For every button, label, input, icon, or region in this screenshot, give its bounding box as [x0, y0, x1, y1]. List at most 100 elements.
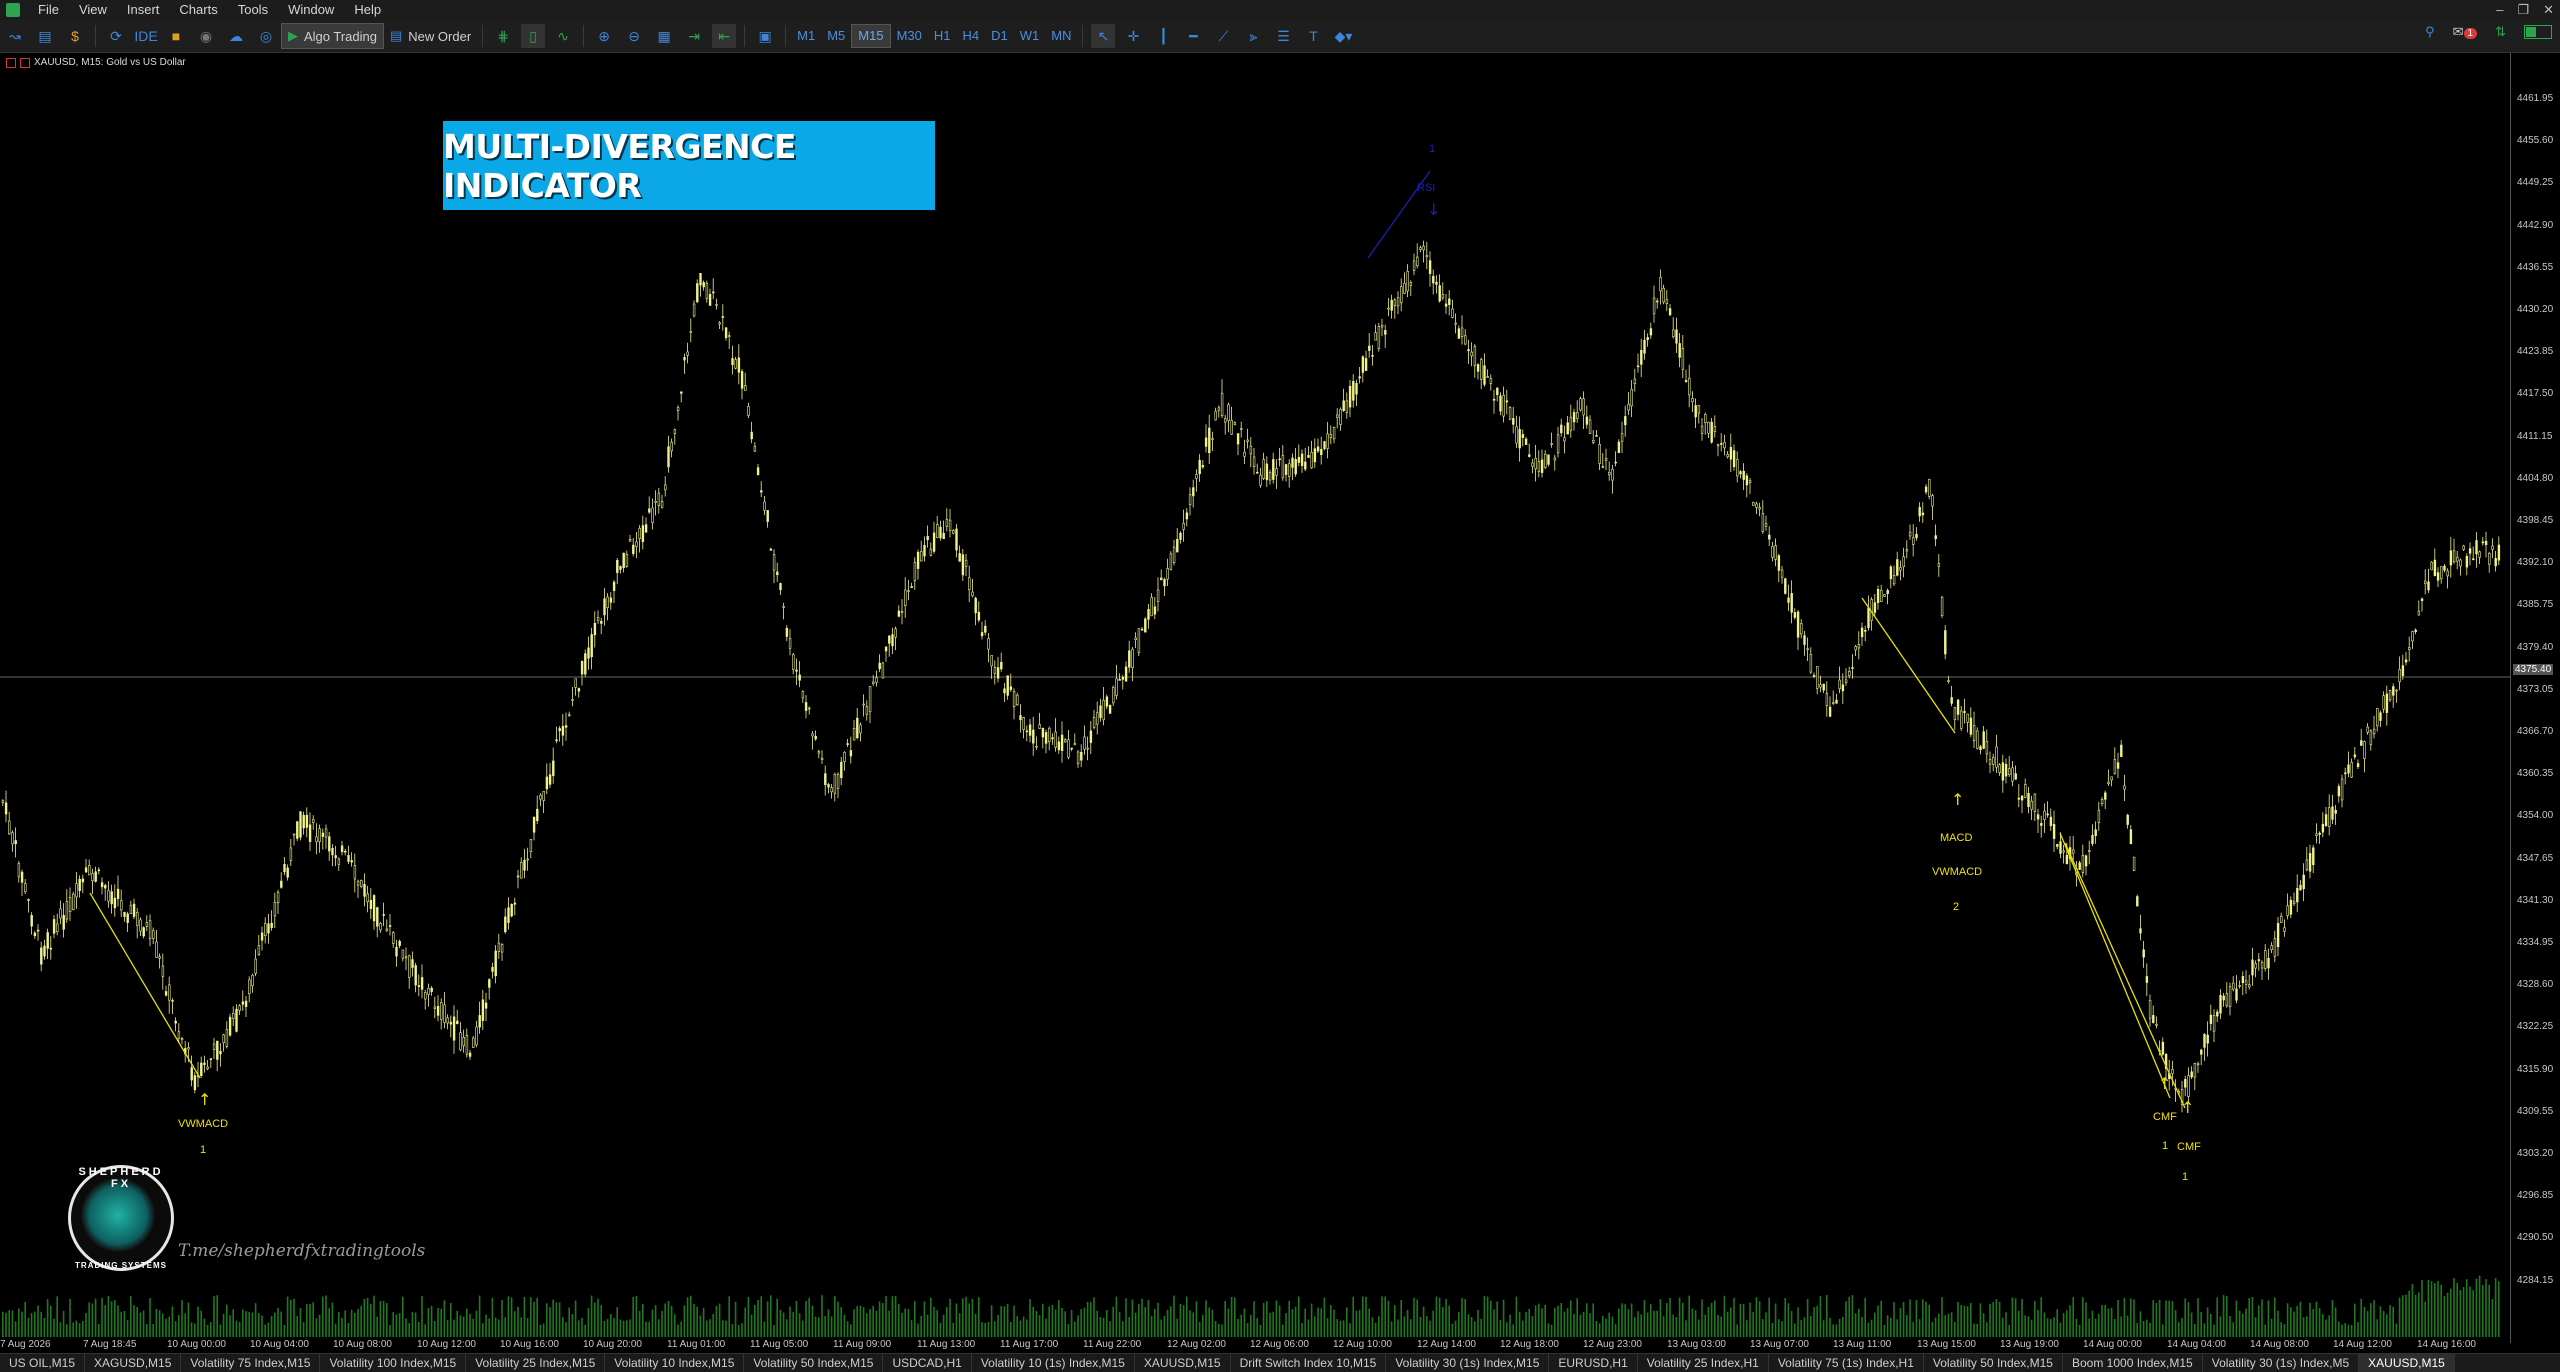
- line-chart-icon[interactable]: ∿: [551, 24, 575, 48]
- chart-tab[interactable]: Boom 1000 Index,M15: [2063, 1354, 2203, 1372]
- volume-bar: [1173, 1295, 1175, 1337]
- close-icon[interactable]: ✕: [2543, 0, 2554, 20]
- notifications-icon[interactable]: ✉ 1: [2453, 24, 2478, 40]
- chart-tab[interactable]: Volatility 75 (1s) Index,H1: [1769, 1354, 1924, 1372]
- chart-tab[interactable]: XAUUSD,M15: [1135, 1354, 1231, 1372]
- fibonacci-icon[interactable]: ☰: [1271, 24, 1295, 48]
- volume-bar: [709, 1319, 711, 1337]
- volume-bar: [1739, 1303, 1742, 1337]
- zoom-in-icon[interactable]: ⊕: [592, 24, 616, 48]
- new-order-button[interactable]: ▤ New Order: [384, 24, 477, 48]
- volume-bar: [1170, 1306, 1172, 1337]
- price-axis[interactable]: 4461.95 4455.60 4449.25 4442.90 4436.55 4430.…: [2510, 53, 2560, 1343]
- zoom-out-icon[interactable]: ⊖: [622, 24, 646, 48]
- algo-trading-button[interactable]: ▶ Algo Trading: [281, 23, 384, 49]
- menu-tools[interactable]: Tools: [228, 0, 278, 20]
- chart-tab[interactable]: US OIL,M15: [0, 1354, 86, 1372]
- candle-body: [1780, 569, 1784, 578]
- chart-tab[interactable]: Volatility 25 Index,H1: [1638, 1354, 1769, 1372]
- candle-body: [1022, 717, 1025, 731]
- chart-tab[interactable]: Volatility 30 (1s) Index,M5: [2203, 1354, 2360, 1372]
- timeframe-m30[interactable]: M30: [891, 25, 928, 47]
- chart-tab[interactable]: Volatility 50 Index,M15: [1924, 1354, 2063, 1372]
- search-icon[interactable]: ⚲: [2425, 24, 2435, 40]
- candle-body: [2196, 1063, 2200, 1066]
- timeframe-w1[interactable]: W1: [1014, 25, 1046, 47]
- candlestick-icon[interactable]: ▯: [521, 24, 546, 48]
- candle-body: [747, 406, 750, 416]
- chart-tab[interactable]: EURUSD,H1: [1549, 1354, 1638, 1372]
- grid-icon[interactable]: ▦: [652, 24, 676, 48]
- timeframe-m15[interactable]: M15: [851, 24, 891, 48]
- autoscroll-icon[interactable]: ⇥: [682, 24, 706, 48]
- new-chart-icon[interactable]: ↝: [3, 24, 27, 48]
- shapes-icon[interactable]: ◆▾: [1331, 24, 1355, 48]
- menu-charts[interactable]: Charts: [169, 0, 227, 20]
- chart-icon: [6, 57, 16, 68]
- divider: [583, 25, 585, 47]
- bar-chart-icon[interactable]: ⋕: [491, 24, 515, 48]
- volume-bar: [437, 1308, 439, 1337]
- menu-help[interactable]: Help: [344, 0, 391, 20]
- timeframe-d1[interactable]: D1: [985, 25, 1014, 47]
- volume-bar: [1736, 1324, 1738, 1337]
- timeframe-m1[interactable]: M1: [791, 25, 821, 47]
- horizontal-line-icon[interactable]: ━: [1181, 24, 1205, 48]
- crosshair-icon[interactable]: ✛: [1121, 24, 1145, 48]
- candle-body: [302, 814, 305, 829]
- screenshot-icon[interactable]: ▣: [753, 24, 777, 48]
- restore-icon[interactable]: ❐: [2517, 0, 2529, 20]
- candle-body: [1828, 706, 1832, 717]
- channel-icon[interactable]: ⫸: [1241, 24, 1265, 48]
- signals-icon[interactable]: ◉: [194, 24, 218, 48]
- chart-tab[interactable]: USDCAD,H1: [883, 1354, 972, 1372]
- chart-tab[interactable]: Drift Switch Index 10,M15: [1231, 1354, 1387, 1372]
- chart-shift-icon[interactable]: ⇤: [712, 24, 737, 48]
- volume-bar: [229, 1315, 231, 1337]
- menu-view[interactable]: View: [69, 0, 117, 20]
- volume-bar: [453, 1319, 455, 1337]
- menu-file[interactable]: File: [28, 0, 69, 20]
- chart-tab[interactable]: Volatility 75 Index,M15: [181, 1354, 321, 1372]
- chart-window[interactable]: ↑ ↑ ↑ ↑ ↓ XAUUSD, M15: Gold vs US Dollar MUL…: [0, 53, 2560, 1353]
- timeframe-mn[interactable]: MN: [1045, 25, 1077, 47]
- timeframe-h1[interactable]: H1: [928, 25, 957, 47]
- chart-tab[interactable]: Volatility 100 Index,M15: [320, 1354, 467, 1372]
- chart-tab[interactable]: Volatility 25 Index,M15: [466, 1354, 606, 1372]
- chart-tab[interactable]: Volatility 10 Index,M15: [605, 1354, 745, 1372]
- vps-icon[interactable]: ☁: [224, 24, 248, 48]
- time-axis[interactable]: 7 Aug 2026 7 Aug 18:45 10 Aug 00:00 10 Aug …: [0, 1339, 2510, 1353]
- candle-body: [1457, 328, 1461, 339]
- candle-body: [2209, 1014, 2213, 1024]
- candle-body: [200, 1062, 203, 1076]
- vertical-line-icon[interactable]: ┃: [1151, 24, 1175, 48]
- minimize-icon[interactable]: –: [2496, 0, 2503, 20]
- chart-tab[interactable]: XAUUSD,M15: [2359, 1354, 2455, 1372]
- candle-body: [523, 859, 526, 871]
- menu-insert[interactable]: Insert: [117, 0, 170, 20]
- ide-button[interactable]: IDE: [134, 24, 158, 48]
- strategy-tester-icon[interactable]: ⟳: [104, 24, 128, 48]
- chart-tab[interactable]: Volatility 30 (1s) Index,M15: [1386, 1354, 1550, 1372]
- timeframe-m5[interactable]: M5: [821, 25, 851, 47]
- candle-body: [1524, 438, 1528, 445]
- candle-body: [2161, 1041, 2165, 1055]
- divergence-line: [2064, 842, 2186, 1109]
- community-icon[interactable]: ◎: [254, 24, 278, 48]
- chart-tab[interactable]: Volatility 10 (1s) Index,M15: [972, 1354, 1135, 1372]
- market-icon[interactable]: ■: [164, 24, 188, 48]
- market-watch-icon[interactable]: $: [63, 24, 87, 48]
- cursor-icon[interactable]: ↖: [1091, 24, 1116, 48]
- trendline-icon[interactable]: ⟋: [1211, 24, 1235, 48]
- text-icon[interactable]: T: [1301, 24, 1325, 48]
- volume-bar: [408, 1322, 410, 1337]
- timeframe-h4[interactable]: H4: [957, 25, 986, 47]
- profiles-icon[interactable]: ▤: [33, 24, 57, 48]
- arrow-up-icon: ↑: [1951, 790, 1964, 809]
- volume-bar: [888, 1310, 890, 1337]
- chart-tab[interactable]: XAGUSD,M15: [85, 1354, 182, 1372]
- chart-tab[interactable]: Volatility 50 Index,M15: [744, 1354, 884, 1372]
- price-chart[interactable]: ↑↑↑↑↓: [0, 53, 2510, 1339]
- volume-bar: [667, 1301, 670, 1337]
- menu-window[interactable]: Window: [278, 0, 344, 20]
